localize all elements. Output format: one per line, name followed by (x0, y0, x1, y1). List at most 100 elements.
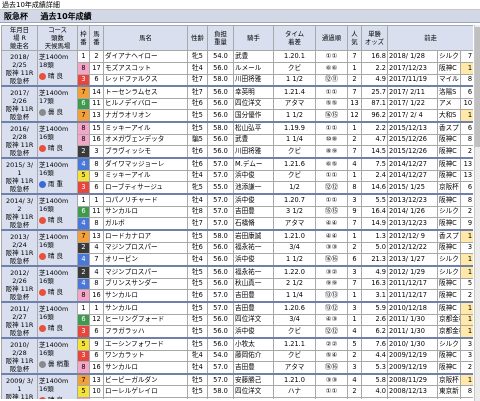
prev-course-cell[interactable]: 阪神C (437, 133, 461, 147)
prev-course-cell[interactable]: 阪神C (437, 300, 461, 315)
table-row[interactable]: 2017/ 2/26 阪神 11R 阪急杯 芝1400m 17頭曇良 7 14 トーセンラムセ… (1, 84, 473, 123)
prev-course-cell[interactable]: 阪神C (437, 349, 461, 363)
jockey-cell[interactable]: 四位洋文 (233, 313, 274, 327)
horse-name-cell[interactable]: ブラヴィッシモ (103, 145, 188, 159)
prev-course-cell[interactable]: 阪神C (437, 169, 461, 183)
table-row[interactable]: 2014/ 3/ 2 阪神 11R 阪急杯 芝1400m 16頭晴良 1 1 コパノリチャード… (1, 192, 473, 231)
horse-name-cell[interactable]: コパノリチャード (103, 192, 188, 207)
horse-name-cell[interactable]: ミッキーアイル (103, 120, 188, 135)
jockey-cell[interactable]: 幸英明 (233, 84, 274, 99)
jockey-cell[interactable]: 岩田康誠 (233, 228, 274, 243)
jockey-cell[interactable]: 川田将雅 (233, 397, 274, 399)
race-date-cell[interactable]: 2014/ 3/ 2 阪神 11R 阪急杯 (1, 193, 38, 231)
horse-name-cell[interactable]: ダイワマッジョーレ (103, 156, 188, 171)
horse-name-cell[interactable]: オメガヴェンデッタ (103, 133, 188, 147)
prev-course-cell[interactable]: 阪神C (437, 156, 461, 171)
prev-course-cell[interactable]: 東京新 (437, 397, 461, 399)
horse-name-cell[interactable]: ガルボ (103, 217, 188, 231)
prev-course-cell[interactable]: マイル (437, 73, 461, 87)
race-date-cell[interactable]: 2017/ 2/26 阪神 11R 阪急杯 (1, 85, 38, 123)
prev-course-cell[interactable]: 阪神C (437, 217, 461, 231)
horse-name-cell[interactable]: フラガラッハ (103, 325, 188, 339)
prev-course-cell[interactable]: 香スプ (437, 120, 461, 135)
race-date-cell[interactable]: 2012/ 2/26 阪神 11R 阪急杯 (1, 265, 38, 303)
prev-course-cell[interactable]: 東京新 (437, 385, 461, 399)
horse-name-cell[interactable]: エーシンフォワード (103, 336, 188, 351)
jockey-cell[interactable]: 石橋脩 (233, 217, 274, 231)
horse-name-cell[interactable]: モズアスコット (103, 61, 188, 75)
jockey-cell[interactable]: 池添謙一 (233, 181, 274, 195)
prev-course-cell[interactable]: シルク (437, 336, 461, 351)
jockey-cell[interactable]: 国分優作 (233, 109, 274, 123)
horse-name-cell[interactable]: サンカルロ (103, 205, 188, 219)
horse-name-cell[interactable]: ブリンスサンダー (103, 277, 188, 291)
prev-course-cell[interactable]: 阪神C (437, 277, 461, 291)
table-row[interactable]: 2012/ 2/26 阪神 11R 阪急杯 芝1400m 16頭晴良 2 4 マジンプロスパー… (1, 264, 473, 303)
col-umaban[interactable]: 馬番 (89, 25, 104, 51)
jockey-cell[interactable]: 川田将雅 (233, 73, 274, 87)
horse-name-cell[interactable]: ビービーガルダン (103, 373, 188, 387)
col-previous[interactable]: 前走 (386, 25, 473, 51)
jockey-cell[interactable]: 吉田豊 (233, 361, 274, 375)
table-row[interactable]: 2010/ 2/28 阪神 11R 阪急杯 芝1400m 16頭曇稍重 5 9 エーシンフォワ… (1, 336, 473, 375)
prev-course-cell[interactable]: 京都金杯 (437, 325, 461, 339)
horse-name-cell[interactable]: ヒーリングフォード (103, 313, 188, 327)
race-date-cell[interactable]: 2013/ 2/24 阪神 11R 阪急杯 (1, 229, 38, 267)
horse-name-cell[interactable]: ヒルノデイバロー (103, 97, 188, 111)
vertical-scrollbar[interactable] (474, 25, 480, 401)
race-date-cell[interactable]: 2015/ 3/ 1 阪神 11R 阪急杯 (1, 157, 38, 195)
col-course[interactable]: コース 頭数 天候馬場 (37, 25, 78, 51)
results-table-container[interactable]: 年月日場 R 競走名 コース 頭数 天候馬場 枠番 馬番 馬名 性齢 負担 重量 騎手 … (1, 25, 473, 399)
jockey-cell[interactable]: 安藤勝己 (233, 373, 274, 387)
jockey-cell[interactable]: 福永祐一 (233, 241, 274, 255)
horse-name-cell[interactable]: オリービン (103, 253, 188, 267)
jockey-cell[interactable]: 吉田豊 (233, 289, 274, 303)
prev-course-cell[interactable]: 洛陽S (437, 84, 461, 99)
col-weight[interactable]: 負担 重量 (207, 25, 234, 51)
horse-name-cell[interactable]: ミッキーアイル (103, 169, 188, 183)
jockey-cell[interactable]: 浜中俊 (233, 192, 274, 207)
table-row[interactable]: 2013/ 2/24 阪神 11R 阪急杯 芝1400m 16頭晴良 7 13 ロードカナロア… (1, 228, 473, 267)
prev-course-cell[interactable]: シルク (437, 264, 461, 279)
horse-name-cell[interactable]: ワンカラット (103, 349, 188, 363)
prev-course-cell[interactable]: 阪神C (437, 61, 461, 75)
jockey-cell[interactable]: 浜中俊 (233, 325, 274, 339)
race-date-cell[interactable]: 2016/ 2/28 阪神 11R 阪急杯 (1, 121, 38, 159)
col-horse-name[interactable]: 馬名 (103, 25, 188, 51)
jockey-cell[interactable]: 武豊 (233, 50, 274, 63)
col-time[interactable]: タイム 着差 (273, 25, 316, 51)
jockey-cell[interactable]: 秋山真一 (233, 277, 274, 291)
horse-name-cell[interactable]: マジンプロスパー (103, 264, 188, 279)
col-jockey[interactable]: 騎手 (233, 25, 274, 51)
horse-name-cell[interactable]: トーセンラムセス (103, 84, 188, 99)
prev-course-cell[interactable]: 香スプ (437, 228, 461, 243)
jockey-cell[interactable]: 吉田豊 (233, 205, 274, 219)
race-date-cell[interactable]: 2011/ 2/27 阪神 11R 阪急杯 (1, 301, 38, 339)
horse-name-cell[interactable]: サンカルロ (103, 361, 188, 375)
col-date-venue[interactable]: 年月日場 R 競走名 (1, 25, 38, 51)
horse-name-cell[interactable]: ドラゴンファング (103, 397, 188, 399)
horse-name-cell[interactable]: サンカルロ (103, 300, 188, 315)
col-waku[interactable]: 枠番 (77, 25, 90, 51)
prev-course-cell[interactable]: シルク (437, 205, 461, 219)
race-date-cell[interactable]: 2009/ 3/ 1阪神 11R阪急杯 (1, 373, 38, 399)
col-sex-age[interactable]: 性齢 (187, 25, 208, 51)
horse-name-cell[interactable]: サンカルロ (103, 289, 188, 303)
horse-name-cell[interactable]: レッドファルクス (103, 73, 188, 87)
prev-course-cell[interactable]: アメ (437, 97, 461, 111)
race-date-cell[interactable]: 2010/ 2/28 阪神 11R 阪急杯 (1, 337, 38, 375)
table-row[interactable]: 2016/ 2/28 阪神 11R 阪急杯 芝1400m 16頭晴良 8 15 ミッキーアイル… (1, 120, 473, 159)
col-passing[interactable]: 通過順 (315, 25, 348, 51)
prev-course-cell[interactable]: シルク (437, 50, 461, 63)
horse-name-cell[interactable]: ロードカナロア (103, 228, 188, 243)
jockey-cell[interactable]: 浜中俊 (233, 253, 274, 267)
jockey-cell[interactable]: M.デムー (233, 156, 274, 171)
jockey-cell[interactable]: 川田将雅 (233, 145, 274, 159)
prev-course-cell[interactable]: 阪神C (437, 361, 461, 375)
prev-course-cell[interactable]: 京阪杯 (437, 373, 461, 387)
jockey-cell[interactable]: 浜中俊 (233, 169, 274, 183)
jockey-cell[interactable]: 武豊 (233, 133, 274, 147)
prev-course-cell[interactable]: 阪神C (437, 289, 461, 303)
prev-course-cell[interactable]: 阪神C (437, 192, 461, 207)
prev-course-cell[interactable]: 京都金杯 (437, 313, 461, 327)
